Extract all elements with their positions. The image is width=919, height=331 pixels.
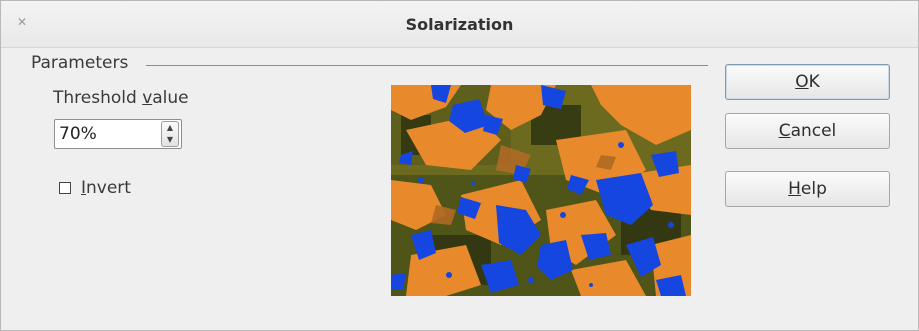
cancel-button-label: ancel: [790, 121, 837, 141]
help-button-label: elp: [800, 179, 827, 199]
group-separator: [146, 65, 708, 66]
ok-button-accelerator: O: [795, 72, 809, 92]
threshold-value-label: Threshold value: [53, 88, 189, 108]
help-button-accelerator: H: [788, 179, 801, 199]
ok-button-label: K: [808, 72, 820, 92]
threshold-spinbox: ▲ ▼: [54, 119, 182, 149]
invert-checkbox[interactable]: [59, 182, 71, 194]
preview-image: [391, 85, 691, 296]
solarized-preview-graphic: [391, 85, 691, 296]
invert-label-rest: nvert: [86, 178, 131, 198]
cancel-button-accelerator: C: [778, 121, 791, 141]
threshold-label-rest: alue: [152, 88, 189, 108]
threshold-label-accelerator: v: [142, 88, 153, 108]
threshold-label-text: Threshold: [53, 88, 143, 108]
help-button[interactable]: Help: [725, 171, 890, 207]
parameters-group-label: Parameters: [31, 53, 129, 73]
spin-down-icon[interactable]: ▼: [162, 134, 178, 146]
invert-label: Invert: [81, 178, 131, 198]
dialog-title: Solarization: [405, 15, 514, 34]
spin-up-icon[interactable]: ▲: [162, 122, 178, 134]
threshold-value-input[interactable]: [55, 120, 159, 148]
solarization-dialog: ✕ Solarization Parameters Threshold valu…: [0, 0, 919, 331]
ok-button[interactable]: OK: [725, 64, 890, 100]
cancel-button[interactable]: Cancel: [725, 113, 890, 149]
title-bar: ✕ Solarization: [1, 1, 918, 48]
spin-buttons: ▲ ▼: [161, 121, 179, 147]
